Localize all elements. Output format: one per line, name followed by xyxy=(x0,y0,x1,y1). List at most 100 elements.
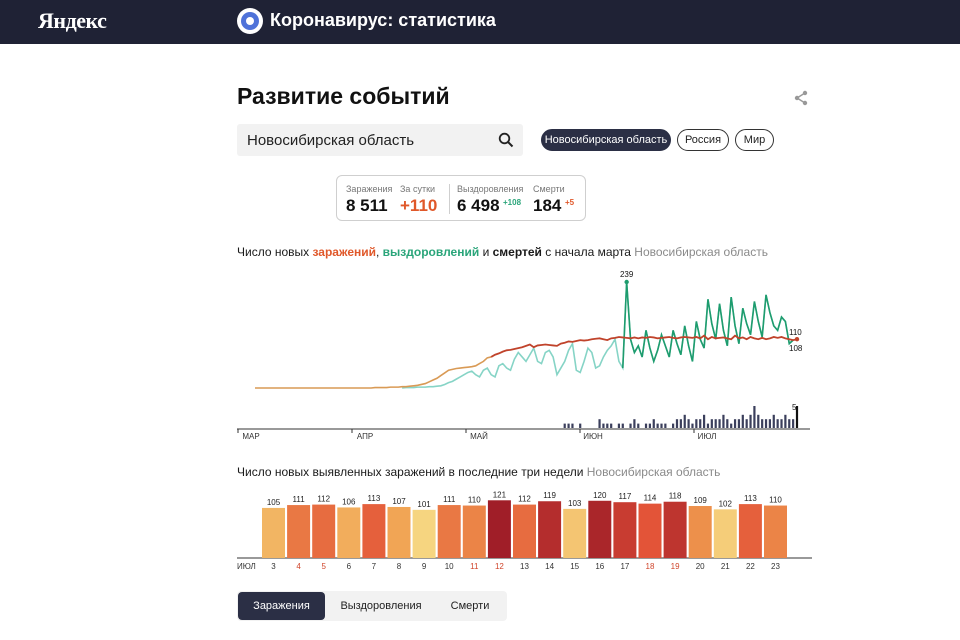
death-bar xyxy=(792,419,795,428)
infections-end-label: 110 xyxy=(789,328,802,337)
death-bar xyxy=(567,423,570,428)
stats-card: Заражения 8 511 За сутки +110 Выздоровле… xyxy=(336,175,586,221)
recovered-delta: +108 xyxy=(503,198,522,207)
recovered-line-recent xyxy=(621,281,794,369)
metric-tabs: Заражения Выздоровления Смерти xyxy=(237,591,507,621)
pill-world[interactable]: Мир xyxy=(735,129,774,151)
deaths-end-label: 5 xyxy=(792,403,797,412)
bar-value-label: 118 xyxy=(669,492,682,501)
death-bar xyxy=(757,414,760,428)
death-bar xyxy=(784,414,787,428)
death-bar xyxy=(679,419,682,428)
deaths-label: Смерти xyxy=(533,184,565,194)
bar xyxy=(663,501,687,558)
bar xyxy=(437,505,461,558)
day-label: 12 xyxy=(495,562,504,571)
bar xyxy=(738,504,762,558)
death-bar xyxy=(610,423,613,428)
day-label: 11 xyxy=(470,562,479,571)
death-bar xyxy=(726,419,729,428)
day-label: 17 xyxy=(620,562,629,571)
infections-line-early xyxy=(255,356,492,389)
day-label: 14 xyxy=(545,562,554,571)
death-bar xyxy=(602,423,605,428)
death-bar xyxy=(764,419,768,428)
day-label: 3 xyxy=(271,562,276,571)
day-label: 13 xyxy=(520,562,529,571)
month-label: ИЮЛ xyxy=(698,432,717,441)
deaths-value: 184 xyxy=(533,196,562,215)
search-icon[interactable] xyxy=(498,132,514,148)
death-bar xyxy=(745,419,748,428)
death-bar xyxy=(579,423,582,428)
bar xyxy=(613,502,637,558)
day-label: 21 xyxy=(721,562,730,571)
top-bar: Яндекс Коронавирус: статистика xyxy=(0,0,960,44)
service-title[interactable]: Коронавирус: статистика xyxy=(270,10,496,31)
yandex-logo[interactable]: Яндекс xyxy=(38,8,107,34)
bar xyxy=(487,500,511,558)
recovered-label: Выздоровления xyxy=(457,184,524,194)
death-bar xyxy=(637,423,640,428)
death-bar xyxy=(710,419,713,428)
day-label: 7 xyxy=(372,562,377,571)
bar-value-label: 111 xyxy=(293,495,306,504)
death-bar xyxy=(695,419,698,428)
recovered-end-label: 108 xyxy=(789,344,803,353)
death-bar xyxy=(780,419,783,428)
bar-value-label: 106 xyxy=(342,497,356,506)
tab-deaths[interactable]: Смерти xyxy=(437,592,503,620)
bar xyxy=(638,503,662,558)
bar xyxy=(287,505,311,558)
bar-value-label: 105 xyxy=(267,498,281,507)
bar-value-label: 114 xyxy=(644,494,657,503)
day-label: 22 xyxy=(746,562,755,571)
per-day-label: За сутки xyxy=(400,184,436,194)
share-icon[interactable] xyxy=(793,90,809,106)
death-bar xyxy=(741,414,744,428)
region-search[interactable]: Новосибирская область xyxy=(237,124,523,156)
bar-value-label: 109 xyxy=(694,496,708,505)
chart2-caption: Число новых выявленных заражений в после… xyxy=(237,465,721,479)
month-label: МАР xyxy=(242,432,259,441)
bar-value-label: 110 xyxy=(769,496,782,505)
infections-label: Заражения xyxy=(346,184,393,194)
bar xyxy=(362,504,386,558)
death-bar xyxy=(660,423,663,428)
tab-infections[interactable]: Заражения xyxy=(238,592,325,620)
bar-value-label: 111 xyxy=(443,495,456,504)
deaths-delta: +5 xyxy=(565,198,575,207)
bar xyxy=(713,509,737,558)
month-label: АПР xyxy=(357,432,373,441)
death-bar xyxy=(733,419,737,428)
pill-novosibirsk[interactable]: Новосибирская область xyxy=(541,129,671,151)
chart1-region: Новосибирская область xyxy=(634,245,768,259)
death-bar xyxy=(606,423,609,428)
day-label: 8 xyxy=(397,562,402,571)
pill-russia[interactable]: Россия xyxy=(677,129,729,151)
death-bar xyxy=(571,423,574,428)
death-bar xyxy=(633,419,636,428)
death-bar xyxy=(683,414,686,428)
per-day-value: +110 xyxy=(400,196,438,215)
bar-value-label: 113 xyxy=(368,494,381,503)
death-bar xyxy=(672,423,675,428)
death-bar xyxy=(718,419,721,428)
death-bar xyxy=(776,419,779,428)
death-bar xyxy=(714,419,717,428)
tab-recovered[interactable]: Выздоровления xyxy=(333,592,429,620)
death-bar xyxy=(749,414,752,428)
death-bar xyxy=(675,419,679,428)
search-input[interactable]: Новосибирская область xyxy=(247,132,414,149)
death-bar xyxy=(730,423,733,428)
death-bar xyxy=(621,423,624,428)
death-bar xyxy=(691,423,694,428)
death-bar xyxy=(629,423,632,428)
bar xyxy=(412,509,436,558)
bar-value-label: 102 xyxy=(719,499,733,508)
death-bar xyxy=(652,419,655,428)
month-label: ИЮН xyxy=(583,432,603,441)
day-label: 16 xyxy=(595,562,604,571)
death-bar xyxy=(563,423,566,428)
day-label: 5 xyxy=(321,562,326,571)
